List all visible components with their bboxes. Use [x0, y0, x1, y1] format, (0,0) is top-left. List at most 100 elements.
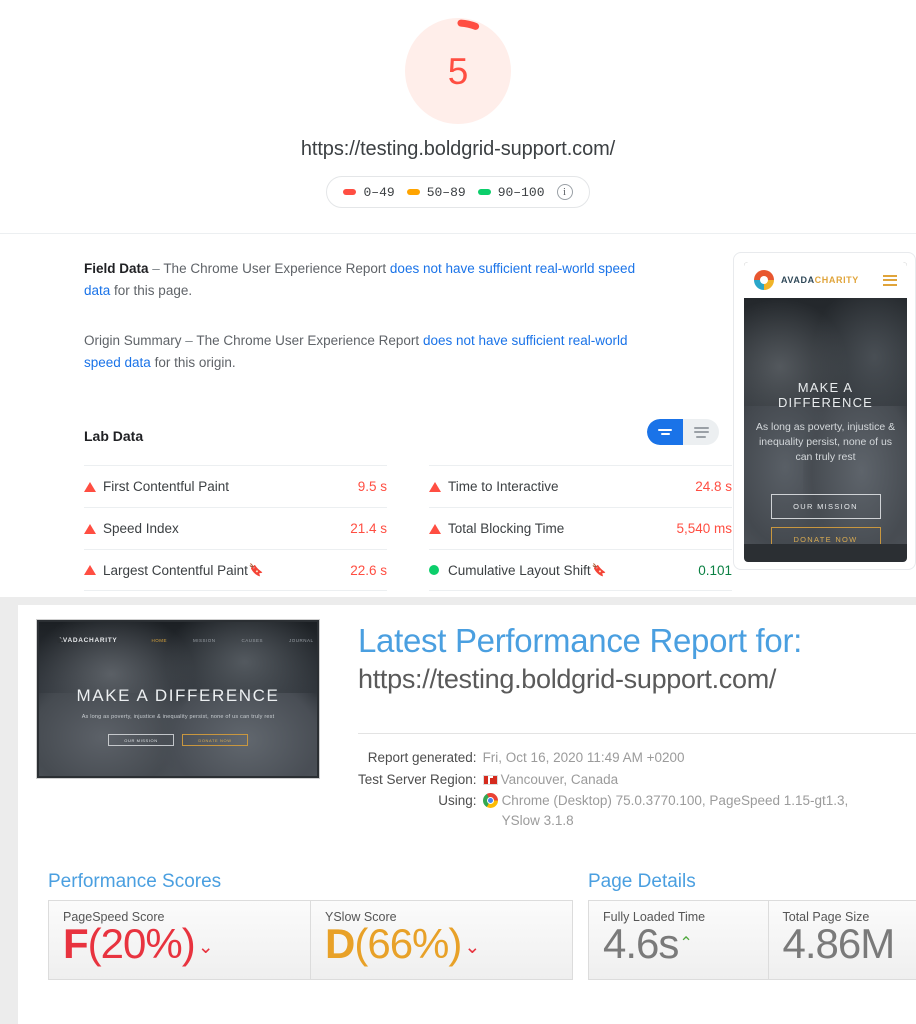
metric-value: 22.6 s — [350, 562, 387, 578]
preview-donate-button: DONATE NOW — [770, 527, 881, 544]
yslow-score-cell[interactable]: YSlow Score D(66%) ⌄ — [310, 901, 572, 979]
web-vital-flag-icon: 🔖 — [591, 563, 607, 577]
preview-headline: MAKE A DIFFERENCE — [777, 380, 874, 410]
status-triangle-icon — [429, 481, 448, 492]
hamburger-menu-icon — [883, 274, 897, 286]
gt-preview-mission-button: OUR MISSION — [108, 734, 174, 746]
gtmetrix-card: AVADACHARITY HOME MISSION CAUSES JOURNAL… — [18, 605, 916, 1024]
status-triangle-icon — [84, 523, 103, 534]
legend-label-poor: 0–49 — [363, 184, 395, 200]
metadata-value-region: Vancouver, Canada — [482, 769, 849, 791]
performance-scores-row: PageSpeed Score F(20%) ⌄ YSlow Score D(66… — [48, 900, 573, 980]
gt-preview-nav: AVADACHARITY HOME MISSION CAUSES JOURNAL — [39, 631, 317, 649]
origin-summary-text-after: for this origin. — [154, 354, 236, 370]
metric-value: 21.4 s — [350, 521, 387, 536]
origin-summary-text-before: The Chrome User Experience Report — [196, 333, 420, 348]
gt-preview-buttons: OUR MISSION DONATE NOW — [39, 734, 317, 746]
metric-value: 0.101 — [698, 562, 732, 578]
gt-nav-journal: JOURNAL — [288, 637, 314, 643]
performance-scores-section: Performance Scores PageSpeed Score F(20%… — [48, 871, 573, 980]
page-details-section: Page Details Fully Loaded Time 4.6s⌃ Tot… — [588, 871, 916, 980]
pagespeed-score-cell[interactable]: PageSpeed Score F(20%) ⌄ — [49, 901, 310, 979]
gt-preview-subtext: As long as poverty, injustice & inequali… — [81, 714, 275, 720]
score-legend: 0–49 50–89 90–100 i — [326, 176, 590, 208]
preview-hero: MAKE A DIFFERENCE As long as poverty, in… — [744, 298, 907, 544]
lab-metrics-right-column: Time to Interactive 24.8 s Total Blockin… — [429, 465, 732, 591]
status-triangle-icon — [84, 565, 103, 575]
gt-preview-brand: AVADACHARITY — [58, 637, 117, 644]
table-row[interactable]: Largest Contentful Paint 🔖 22.6 s — [84, 549, 387, 591]
using-text: Chrome (Desktop) 75.0.3770.100, PageSpee… — [501, 793, 849, 809]
origin-summary-block: Origin Summary – The Chrome User Experie… — [84, 330, 659, 374]
preview-brand: AVADACHARITY — [781, 275, 859, 285]
info-icon[interactable]: i — [556, 184, 573, 200]
canada-flag-icon — [482, 774, 498, 785]
legend-container: 0–49 50–89 90–100 i — [0, 176, 916, 208]
caret-down-icon[interactable]: ⌄ — [464, 937, 480, 958]
mobile-screenshot-preview: AVADACHARITY MAKE A DIFFERENCE As long a… — [744, 262, 907, 562]
gtmetrix-screenshot-thumbnail[interactable]: AVADACHARITY HOME MISSION CAUSES JOURNAL… — [36, 619, 320, 779]
report-metadata: Report generated: Fri, Oct 16, 2020 11:4… — [358, 747, 848, 831]
table-row: Report generated: Fri, Oct 16, 2020 11:4… — [358, 747, 848, 769]
metric-label: First Contentful Paint — [103, 479, 230, 494]
fully-loaded-time-cell[interactable]: Fully Loaded Time 4.6s⌃ — [589, 901, 768, 979]
table-row[interactable]: First Contentful Paint 9.5 s — [84, 465, 387, 507]
table-row[interactable]: Cumulative Layout Shift 🔖 0.101 — [429, 549, 732, 591]
lab-metrics-left-column: First Contentful Paint 9.5 s Speed Index… — [84, 465, 387, 591]
page-details-row: Fully Loaded Time 4.6s⌃ Total Page Size … — [588, 900, 916, 980]
total-page-size-cell[interactable]: Total Page Size 4.86M — [767, 901, 916, 979]
square-red-icon — [343, 189, 357, 195]
yslow-score-value: D(66%) ⌄ — [325, 921, 572, 967]
preview-buttons: OUR MISSION DONATE NOW — [744, 494, 907, 544]
metric-value: 5,540 ms — [676, 521, 732, 536]
chrome-icon — [482, 793, 498, 809]
metric-label: Total Blocking Time — [448, 521, 565, 536]
status-triangle-icon — [429, 523, 448, 534]
gtmetrix-title-block: Latest Performance Report for: https://t… — [358, 622, 916, 695]
pagespeed-insights-section: 5 https://testing.boldgrid-support.com/ … — [0, 0, 916, 597]
gtmetrix-preview: AVADACHARITY HOME MISSION CAUSES JOURNAL… — [39, 622, 317, 776]
gt-preview-headline: MAKE A DIFFERENCE — [76, 686, 280, 705]
table-row: Test Server Region: Vancouver, Canada — [358, 769, 848, 791]
table-row[interactable]: Time to Interactive 24.8 s — [429, 465, 732, 507]
square-green-icon — [477, 189, 491, 195]
condensed-view-icon[interactable] — [647, 419, 683, 445]
legend-label-average: 50–89 — [426, 184, 466, 200]
preview-subtext: As long as poverty, injustice & inequali… — [755, 421, 896, 464]
legend-item-average: 50–89 — [406, 184, 466, 200]
metric-value: 9.5 s — [357, 479, 387, 494]
gt-preview-donate-button: DONATE NOW — [182, 734, 248, 746]
web-vital-flag-icon: 🔖 — [248, 563, 264, 577]
pagespeed-percent: (20%) — [87, 920, 196, 967]
preview-mission-button: OUR MISSION — [770, 494, 881, 519]
table-row[interactable]: Speed Index 21.4 s — [84, 507, 387, 549]
fully-loaded-time-value-wrap: 4.6s⌃ — [603, 921, 768, 967]
expanded-view-icon[interactable] — [683, 419, 719, 445]
gt-brand-second: CHARITY — [83, 636, 118, 644]
total-page-size-value: 4.86M — [782, 920, 896, 967]
caret-up-icon[interactable]: ⌃ — [679, 935, 692, 952]
metadata-value: Fri, Oct 16, 2020 11:49 AM +0200 — [482, 750, 685, 765]
table-row[interactable]: Total Blocking Time 5,540 ms — [429, 507, 732, 549]
field-data-text-after: for this page. — [114, 282, 193, 298]
gt-nav-home: HOME — [151, 637, 167, 643]
avada-logo-icon — [754, 270, 774, 290]
metric-value: 24.8 s — [695, 479, 732, 494]
caret-down-icon[interactable]: ⌄ — [198, 937, 214, 958]
title-divider — [358, 733, 916, 734]
metadata-key: Using: — [438, 793, 477, 809]
metric-label: Speed Index — [103, 521, 179, 536]
preview-site-header: AVADACHARITY — [744, 262, 907, 298]
field-data-text-before: The Chrome User Experience Report — [163, 261, 387, 276]
pagespeed-score-value: F(20%) ⌄ — [63, 920, 310, 967]
lab-data-view-toggle[interactable] — [647, 419, 719, 445]
metric-label: Time to Interactive — [448, 479, 559, 494]
gt-nav-mission: MISSION — [192, 637, 216, 643]
mobile-screenshot-card: AVADACHARITY MAKE A DIFFERENCE As long a… — [733, 252, 916, 570]
report-page: 5 https://testing.boldgrid-support.com/ … — [0, 0, 916, 1024]
using-text-line2: YSlow 3.1.8 — [501, 812, 574, 828]
metadata-value-using: Chrome (Desktop) 75.0.3770.100, PageSpee… — [482, 790, 849, 831]
origin-summary-title: Origin Summary — [84, 333, 182, 348]
score-gauge-container: 5 — [0, 18, 916, 129]
page-details-title: Page Details — [588, 871, 696, 892]
